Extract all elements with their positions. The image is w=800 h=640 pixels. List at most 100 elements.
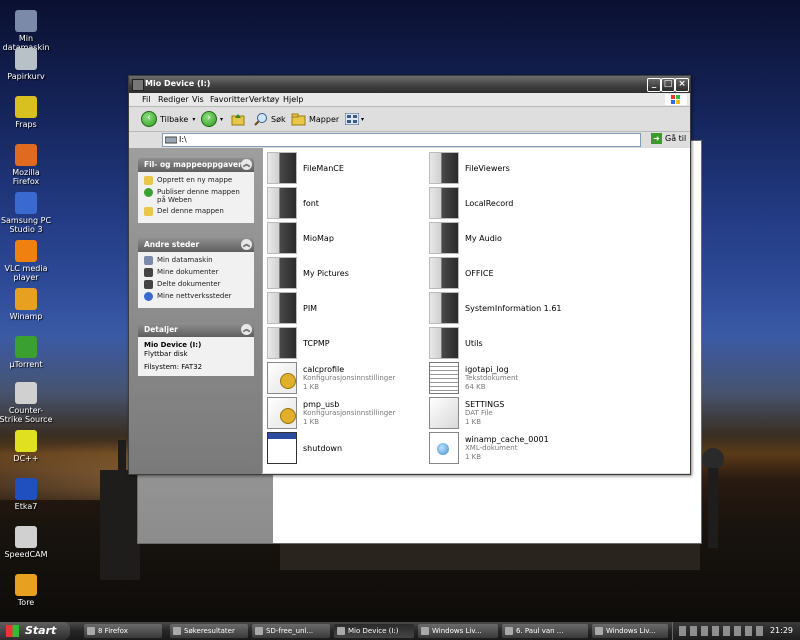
- task-new-folder[interactable]: Opprett en ny mappe: [144, 176, 248, 185]
- back-button[interactable]: ‹ Tilbake ▾: [141, 111, 195, 127]
- task-publish-web[interactable]: Publiser denne mappen på Weben: [144, 188, 248, 204]
- menu-favorites[interactable]: Favoritter: [210, 95, 248, 104]
- address-input[interactable]: I:\: [162, 133, 641, 147]
- file-item[interactable]: shutdown: [267, 432, 427, 464]
- maximize-button[interactable]: □: [661, 78, 675, 92]
- taskbar-button[interactable]: SD-free_unl...: [252, 624, 330, 638]
- folder-icon: [267, 152, 297, 184]
- close-button[interactable]: ×: [675, 78, 689, 92]
- windows-flag-icon: [6, 625, 19, 637]
- details-body: Mio Device (I:) Flyttbar disk Filsystem:…: [138, 337, 254, 376]
- go-button[interactable]: Gå til: [665, 134, 686, 143]
- desktop-icon[interactable]: DC++: [0, 430, 54, 463]
- taskbar-button[interactable]: Windows Liv...: [592, 624, 668, 638]
- folder-icon: [429, 222, 459, 254]
- desktop-icon[interactable]: µTorrent: [0, 336, 54, 369]
- menu-file[interactable]: Fil: [142, 95, 150, 104]
- file-folder-tasks-header[interactable]: Fil- og mappeoppgaver ︽: [138, 158, 254, 172]
- task-share-folder[interactable]: Del denne mappen: [144, 207, 248, 216]
- menu-view[interactable]: Vis: [192, 95, 204, 104]
- desktop-icon[interactable]: Fraps: [0, 96, 54, 129]
- utorrent-icon: [15, 336, 37, 358]
- start-button[interactable]: Start: [0, 622, 70, 640]
- file-type: Konfigurasjonsinnstillinger: [303, 408, 396, 417]
- details-header[interactable]: Detaljer ︽: [138, 323, 254, 337]
- place-my-computer[interactable]: Min datamaskin: [144, 256, 248, 265]
- file-item[interactable]: font: [267, 187, 427, 219]
- taskbar-button[interactable]: Windows Liv...: [418, 624, 498, 638]
- file-item[interactable]: winamp_cache_0001 XML-dokument 1 KB: [429, 432, 589, 464]
- file-item[interactable]: SETTINGS DAT File 1 KB: [429, 397, 589, 429]
- antenna-dish: [702, 448, 724, 470]
- taskbar-button[interactable]: Søkeresultater: [170, 624, 248, 638]
- desktop-icon[interactable]: Etka7: [0, 478, 54, 511]
- desktop-icon-label: Etka7: [14, 502, 38, 511]
- menu-tools[interactable]: Verktøy: [249, 95, 279, 104]
- folder-icon: [267, 327, 297, 359]
- folder-icon: [267, 187, 297, 219]
- taskbar-button[interactable]: 8 Firefox: [84, 624, 162, 638]
- collapse-icon[interactable]: ︽: [241, 324, 252, 335]
- file-item[interactable]: My Audio: [429, 222, 589, 254]
- place-network[interactable]: Mine nettverkssteder: [144, 292, 248, 301]
- details-name: Mio Device (I:): [144, 341, 202, 349]
- file-item[interactable]: calcprofile Konfigurasjonsinnstillinger 1 …: [267, 362, 427, 394]
- place-shared-documents[interactable]: Delte dokumenter: [144, 280, 248, 289]
- file-item[interactable]: My Pictures: [267, 257, 427, 289]
- file-item[interactable]: igotapi_log Tekstdokument 64 KB: [429, 362, 589, 394]
- desktop-icon-label: VLC media player: [4, 264, 48, 282]
- text-file-icon: [429, 362, 459, 394]
- address-bar: I:\ ➜ Gå til: [129, 132, 690, 147]
- forward-button[interactable]: › ▾: [201, 111, 223, 127]
- desktop-icon[interactable]: Min datamaskin: [0, 10, 54, 52]
- file-item[interactable]: MioMap: [267, 222, 427, 254]
- folder-icon: [429, 187, 459, 219]
- desktop-icon-label: Samsung PC Studio 3: [0, 216, 52, 234]
- file-item[interactable]: Utils: [429, 327, 589, 359]
- file-item[interactable]: LocalRecord: [429, 187, 589, 219]
- file-list: FileManCE FileViewers font LocalRecord MioMa…: [262, 148, 690, 473]
- go-arrow-icon[interactable]: ➜: [651, 133, 662, 144]
- explorer-window: Mio Device (I:) _ □ × Fil Rediger Vis Fa…: [128, 75, 691, 475]
- folder-icon: [429, 327, 459, 359]
- file-name: calcprofile: [303, 364, 345, 374]
- file-item[interactable]: SystemInformation 1.61: [429, 292, 589, 324]
- menu-edit[interactable]: Rediger: [158, 95, 189, 104]
- folders-button[interactable]: Mapper: [291, 111, 339, 127]
- desktop-icon[interactable]: Counter-Strike Source: [0, 382, 54, 424]
- desktop-icon[interactable]: SpeedCAM: [0, 526, 54, 559]
- tower-structure-2: [118, 440, 126, 480]
- title-bar[interactable]: Mio Device (I:) _ □ ×: [129, 76, 690, 93]
- taskbar-button[interactable]: 6. Paul van ...: [502, 624, 588, 638]
- views-button[interactable]: ▾: [345, 111, 364, 127]
- file-item[interactable]: PIM: [267, 292, 427, 324]
- other-places-header[interactable]: Andre steder ︽: [138, 238, 254, 252]
- up-folder-button[interactable]: [231, 111, 245, 127]
- tray-icons[interactable]: [679, 626, 767, 636]
- desktop-icon[interactable]: Samsung PC Studio 3: [0, 192, 54, 234]
- file-name: Utils: [465, 338, 483, 348]
- file-item[interactable]: FileManCE: [267, 152, 427, 184]
- desktop-icon[interactable]: Mozilla Firefox: [0, 144, 54, 186]
- place-my-documents[interactable]: Mine dokumenter: [144, 268, 248, 277]
- desktop-icon-label: DC++: [13, 454, 39, 463]
- file-item[interactable]: pmp_usb Konfigurasjonsinnstillinger 1 KB: [267, 397, 427, 429]
- file-item[interactable]: TCPMP: [267, 327, 427, 359]
- collapse-icon[interactable]: ︽: [241, 159, 252, 170]
- file-item[interactable]: FileViewers: [429, 152, 589, 184]
- menu-help[interactable]: Hjelp: [283, 95, 303, 104]
- clock: 21:29: [769, 626, 793, 635]
- file-name: igotapi_log: [465, 364, 509, 374]
- search-button[interactable]: Søk: [254, 111, 286, 127]
- desktop-icon[interactable]: VLC media player: [0, 240, 54, 282]
- file-folder-tasks-body: Opprett en ny mappe Publiser denne mappe…: [138, 172, 254, 223]
- collapse-icon[interactable]: ︽: [241, 239, 252, 250]
- file-item[interactable]: OFFICE: [429, 257, 589, 289]
- desktop-icon[interactable]: Papirkurv: [0, 48, 54, 81]
- desktop-icon[interactable]: Tore: [0, 574, 54, 607]
- desktop-icon[interactable]: Winamp: [0, 288, 54, 321]
- file-type: DAT File: [465, 408, 493, 417]
- file-name: SystemInformation 1.61: [465, 303, 562, 313]
- taskbar-button[interactable]: Mio Device (I:): [334, 624, 414, 638]
- minimize-button[interactable]: _: [647, 78, 661, 92]
